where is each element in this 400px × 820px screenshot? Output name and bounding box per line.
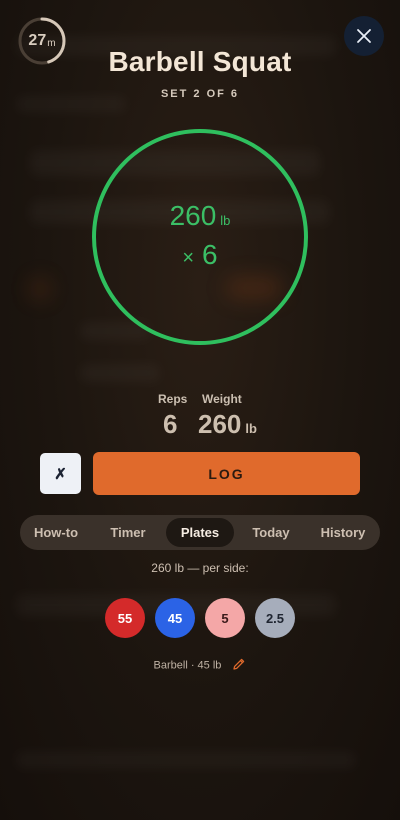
weight-value[interactable]: 260 lb [198, 409, 257, 440]
barbell-info: Barbell · 45 lb [0, 657, 400, 674]
tab-plates[interactable]: Plates [166, 518, 234, 547]
plates-heading: 260 lb — per side: [151, 561, 249, 575]
weight-label: Weight [202, 392, 242, 406]
edit-barbell-button[interactable] [232, 657, 246, 674]
close-icon [357, 29, 371, 43]
exercise-title: Barbell Squat [108, 46, 292, 77]
plate-55: 55 [105, 598, 145, 638]
set-target: 260 lb × 6 [91, 128, 309, 346]
reps-value[interactable]: 6 [163, 409, 177, 440]
target-weight: 260 [169, 200, 217, 231]
barbell-weight: Barbell · 45 lb [153, 659, 222, 672]
tab-how-to[interactable]: How-to [25, 518, 87, 547]
plate-5: 5 [205, 598, 245, 638]
detail-tabs: How-to Timer Plates Today History [20, 515, 380, 550]
target-reps: 6 [202, 239, 218, 270]
pencil-icon [233, 658, 245, 670]
times-symbol: × [182, 247, 195, 269]
log-set-button[interactable]: LOG [93, 452, 360, 495]
skip-set-button[interactable]: ✗ [40, 453, 81, 494]
weight-unit: lb [245, 421, 257, 436]
tab-history[interactable]: History [312, 518, 374, 547]
cross-icon: ✗ [54, 465, 67, 483]
reps-label: Reps [158, 392, 188, 406]
tab-today[interactable]: Today [242, 518, 300, 547]
target-weight-unit: lb [220, 213, 231, 228]
tab-timer[interactable]: Timer [96, 518, 160, 547]
plate-2-5: 2.5 [255, 598, 295, 638]
set-counter: SET 2 OF 6 [160, 88, 240, 100]
plate-45: 45 [155, 598, 195, 638]
